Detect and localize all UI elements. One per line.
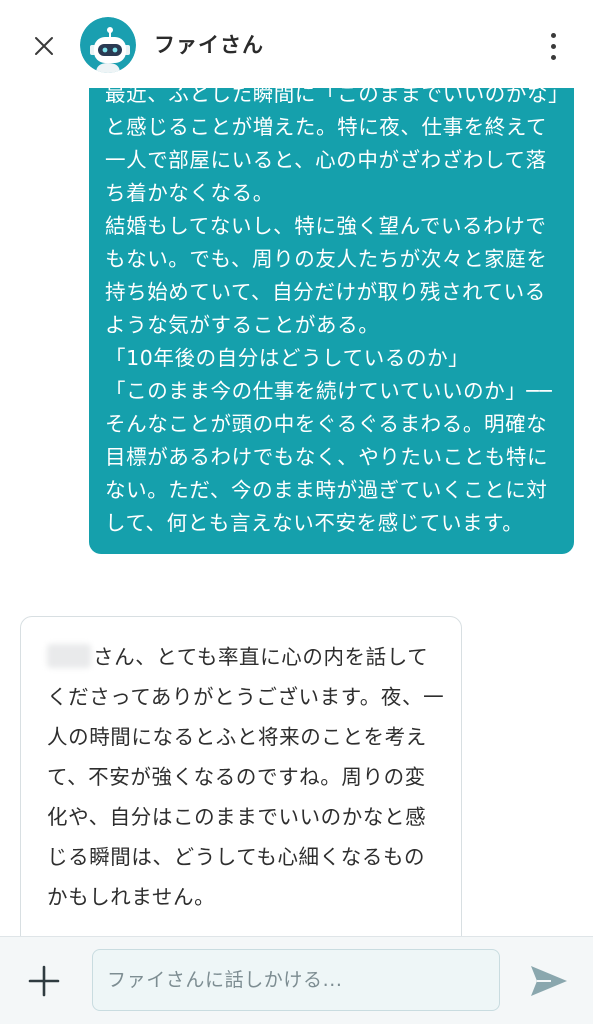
send-button[interactable] [524, 961, 574, 1001]
more-vertical-icon-dot [550, 54, 556, 60]
chat-header: ファイさん [0, 0, 593, 88]
bot-message-bubble: さん、とても率直に心の内を話してくださってありがとうございます。夜、一人の時間に… [20, 616, 462, 936]
more-vertical-icon-dot [550, 43, 556, 49]
message-composer [0, 936, 593, 1024]
user-message-bubble: 最近、ふとした瞬間に「このままでいいのかな」と感じることが増えた。特に夜、仕事を… [89, 88, 574, 554]
message-list[interactable]: 最近、ふとした瞬間に「このままでいいのかな」と感じることが増えた。特に夜、仕事を… [0, 88, 593, 936]
bot-message-text: さん、とても率直に心の内を話してくださってありがとうございます。夜、一人の時間に… [47, 645, 445, 909]
attach-button[interactable] [22, 959, 66, 1003]
close-icon [35, 37, 53, 55]
more-vertical-icon [550, 32, 556, 38]
chat-screen: ファイさん 最近、ふとした瞬間に「このままでいいのかな」と感じることが増えた。特… [0, 0, 593, 1024]
robot-avatar-icon [80, 17, 136, 73]
chat-title: ファイさん [154, 33, 264, 57]
more-options-button[interactable] [533, 24, 573, 68]
message-input[interactable] [92, 949, 500, 1011]
send-icon [531, 966, 567, 996]
close-button[interactable] [22, 24, 66, 68]
blurred-user-name [47, 644, 91, 668]
bot-avatar [80, 17, 136, 73]
plus-icon [28, 965, 60, 997]
